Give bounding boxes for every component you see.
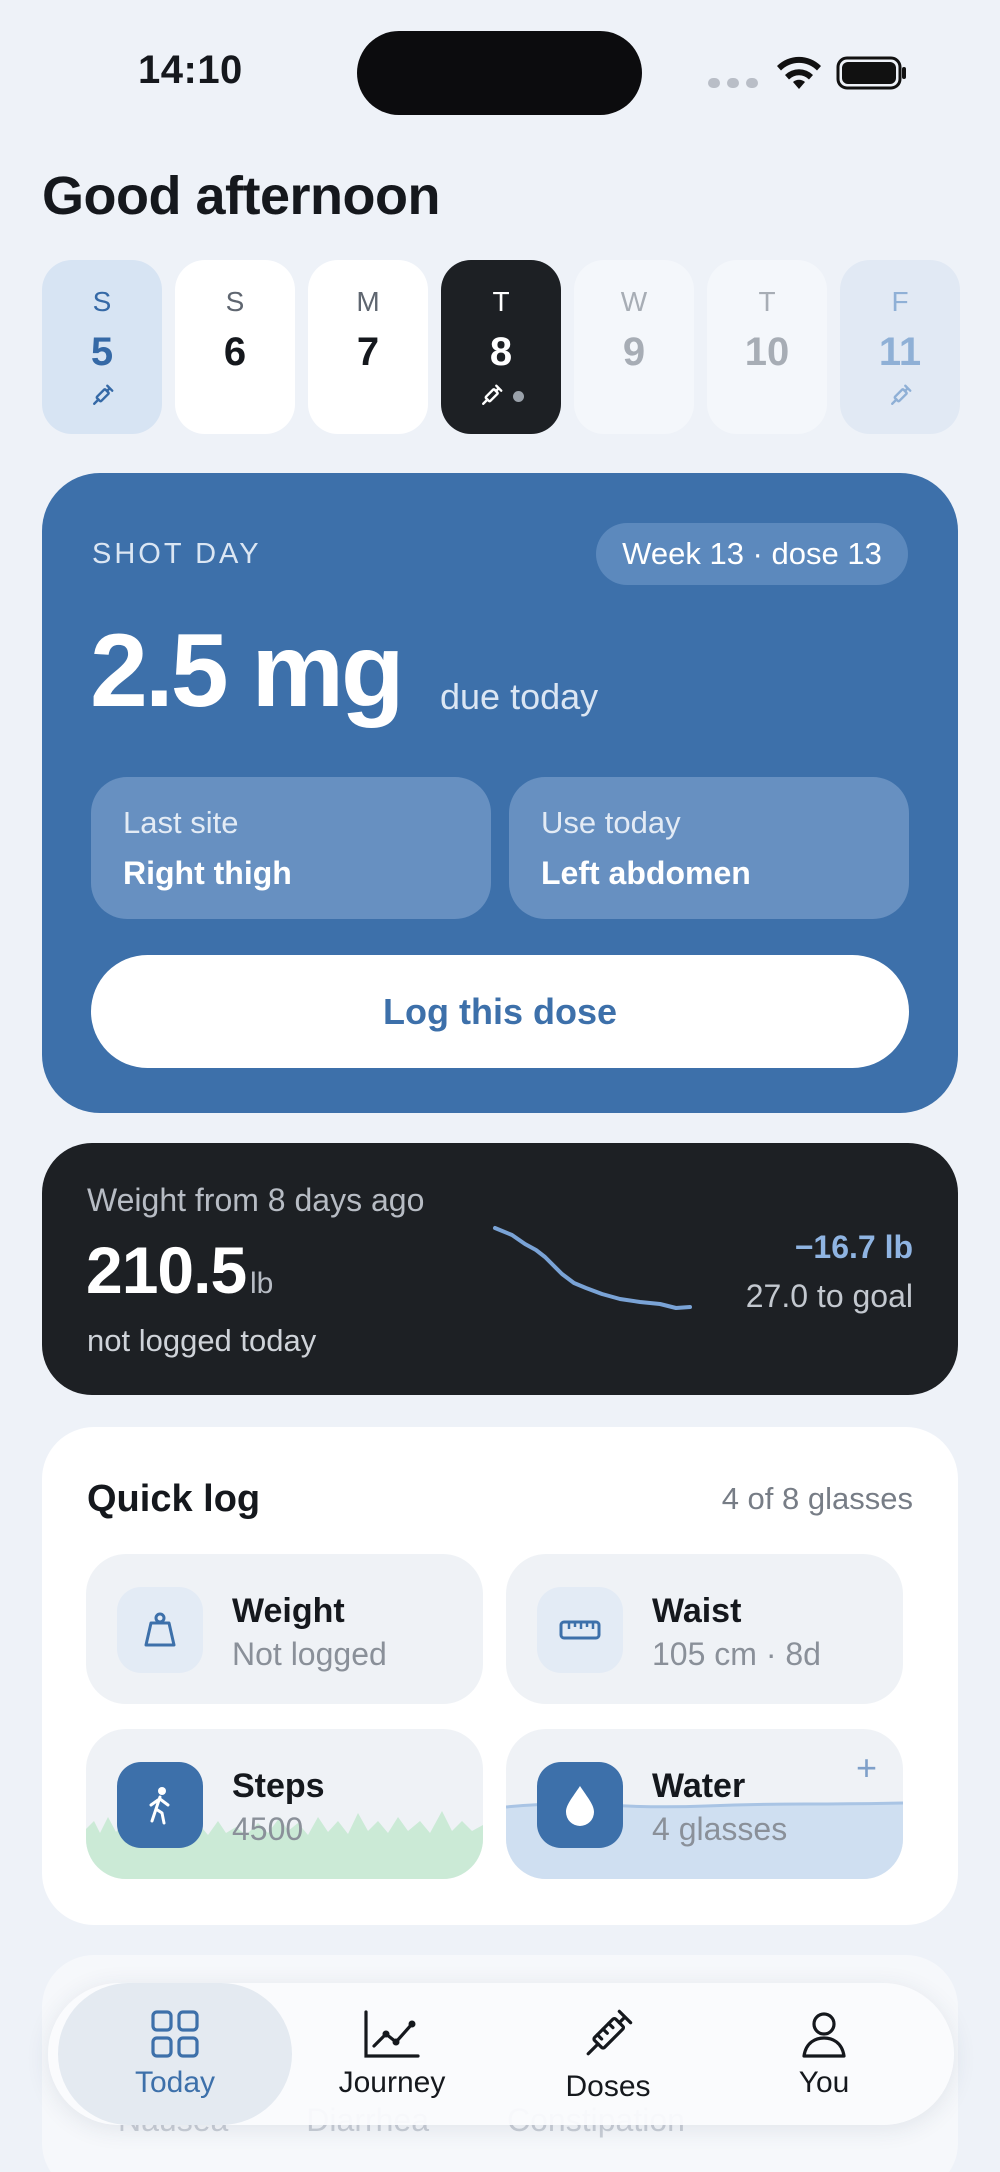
person-icon	[802, 2012, 846, 2058]
day-date: 6	[223, 330, 247, 374]
day-date: 10	[744, 330, 790, 374]
ruler-icon	[537, 1587, 623, 1673]
syringe-icon	[586, 2009, 633, 2056]
day-of-week: T	[758, 286, 776, 317]
week-dose-badge: Week 13 · dose 13	[596, 523, 908, 585]
day-of-week: T	[492, 286, 510, 317]
weight-subtitle: Weight from 8 days ago	[87, 1182, 425, 1218]
dynamic-island	[357, 31, 642, 115]
greeting-title: Good afternoon	[42, 166, 440, 226]
tab-doses-label: Doses	[565, 2070, 651, 2103]
dose-amount: 2.5 mg	[90, 613, 404, 729]
today-indicator-dot	[512, 390, 524, 402]
day-of-week: S	[225, 286, 245, 317]
day-9[interactable]: W9	[574, 260, 694, 434]
use-today-value: Left abdomen	[541, 855, 751, 891]
steps-log-tile[interactable]: Steps 4500	[86, 1729, 483, 1879]
use-today-label: Use today	[541, 805, 681, 840]
add-water-button[interactable]: +	[856, 1747, 877, 1789]
status-time: 14:10	[138, 48, 243, 92]
chart-line-icon	[364, 2010, 420, 2058]
day-date: 9	[622, 330, 646, 374]
day-8[interactable]: T8	[441, 260, 561, 434]
day-date: 7	[356, 330, 380, 374]
water-log-tile[interactable]: Water 4 glasses +	[506, 1729, 903, 1879]
day-10[interactable]: T 10	[707, 260, 827, 434]
weight-value: 210.5	[86, 1233, 247, 1307]
day-of-week: S	[92, 286, 112, 317]
last-site-value: Right thigh	[123, 855, 292, 891]
tab-today[interactable]: Today	[58, 1983, 292, 2125]
day-11[interactable]: F 11	[840, 260, 960, 434]
weight-unit: lb	[250, 1267, 274, 1300]
tab-you-label: You	[798, 2066, 850, 2099]
day-date: 11	[878, 330, 922, 374]
tab-doses[interactable]: Doses	[508, 1983, 708, 2125]
day-5[interactable]: S5	[42, 260, 162, 434]
weight-tile-title: Weight	[232, 1592, 345, 1630]
last-site-box: Last site Right thigh	[91, 777, 491, 919]
dose-due-text: due today	[440, 676, 599, 717]
tab-journey[interactable]: Journey	[292, 1983, 492, 2125]
day-date: 8	[489, 330, 513, 374]
tab-you[interactable]: You	[724, 1983, 924, 2125]
weight-tile-status: Not logged	[232, 1636, 387, 1672]
weight-to-goal: 27.0 to goal	[745, 1278, 913, 1314]
quick-log-title: Quick log	[87, 1478, 261, 1520]
battery-icon	[836, 56, 906, 90]
weight-log-status: not logged today	[87, 1323, 317, 1358]
weight-log-tile[interactable]: Weight Not logged	[86, 1554, 483, 1704]
syringe-icon	[93, 384, 114, 405]
steps-tile-title: Steps	[232, 1767, 325, 1805]
last-site-label: Last site	[123, 805, 239, 840]
cellular-signal-icon	[708, 78, 758, 88]
day-7[interactable]: M7	[308, 260, 428, 434]
waist-tile-value: 105 cm · 8d	[652, 1636, 821, 1672]
wifi-icon	[777, 56, 821, 89]
grid-icon	[151, 2010, 199, 2058]
syringe-icon	[891, 384, 912, 405]
scale-icon	[117, 1587, 203, 1673]
waist-log-tile[interactable]: Waist 105 cm · 8d	[506, 1554, 903, 1704]
tab-journey-label: Journey	[338, 2066, 446, 2099]
water-tile-value: 4 glasses	[652, 1811, 788, 1847]
weight-delta: −16.7 lb	[794, 1229, 913, 1265]
use-today-box: Use today Left abdomen	[509, 777, 909, 919]
shot-day-label: SHOT DAY	[92, 538, 262, 570]
waist-tile-title: Waist	[652, 1592, 742, 1630]
day-of-week: W	[620, 286, 648, 317]
day-6[interactable]: S6	[175, 260, 295, 434]
day-date: 5	[90, 330, 114, 374]
day-of-week: M	[356, 286, 380, 317]
walking-icon	[117, 1762, 203, 1848]
weight-trend-sparkline	[493, 1226, 692, 1310]
water-progress-text: 4 of 8 glasses	[721, 1481, 913, 1516]
log-dose-button[interactable]: Log this dose	[91, 955, 909, 1068]
day-of-week: F	[891, 286, 909, 317]
water-tile-title: Water	[652, 1767, 746, 1805]
steps-tile-value: 4500	[232, 1811, 304, 1847]
water-drop-icon	[537, 1762, 623, 1848]
syringe-icon	[481, 384, 502, 405]
tab-today-label: Today	[134, 2066, 216, 2099]
